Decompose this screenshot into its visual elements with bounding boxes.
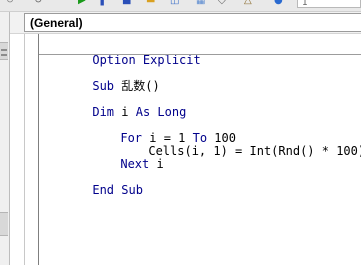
break-icon[interactable]: ❚ [98, 0, 106, 6]
tool-icon-1[interactable]: ↺ [6, 0, 14, 6]
help-icon[interactable]: ● [274, 0, 283, 6]
toolbox-icon[interactable]: △ [244, 0, 252, 6]
code-line-end-sub[interactable]: End Sub [49, 169, 143, 211]
pane-scrollbar-lower[interactable] [0, 212, 8, 236]
pane-grip [1, 49, 7, 51]
gutter-divider [24, 34, 25, 265]
next-var: i [149, 157, 164, 171]
toolbar: ↺ ↻ ▶ ❚ ■ ▬ ◫ ▦ ◇ △ ● 1 [0, 0, 361, 12]
status-box: 1 [297, 0, 361, 8]
tool-icon-2[interactable]: ↻ [34, 0, 42, 6]
properties-icon[interactable]: ▦ [196, 0, 205, 6]
object-combo[interactable]: (General) [24, 13, 361, 32]
vbe-window: ↺ ↻ ▶ ❚ ■ ▬ ◫ ▦ ◇ △ ● 1 (General) Option… [0, 0, 361, 265]
reset-icon[interactable]: ■ [122, 0, 131, 6]
object-browser-icon[interactable]: ◇ [218, 0, 226, 6]
run-icon[interactable]: ▶ [78, 0, 86, 6]
pane-scrollbar[interactable] [0, 42, 8, 60]
combo-row: (General) [10, 12, 361, 33]
keyword-end-sub: End Sub [92, 183, 143, 197]
procedure-separator [39, 54, 361, 55]
project-pane-edge [0, 12, 10, 265]
object-combo-value: (General) [30, 16, 83, 30]
code-editor[interactable]: Option Explicit Sub 乱数() Dim i As Long F… [10, 34, 361, 265]
design-icon[interactable]: ▬ [146, 0, 155, 6]
project-icon[interactable]: ◫ [170, 0, 179, 6]
pane-grip [1, 54, 7, 56]
cells-statement: Cells(i, 1) = Int(Rnd() * 100) [148, 144, 361, 158]
